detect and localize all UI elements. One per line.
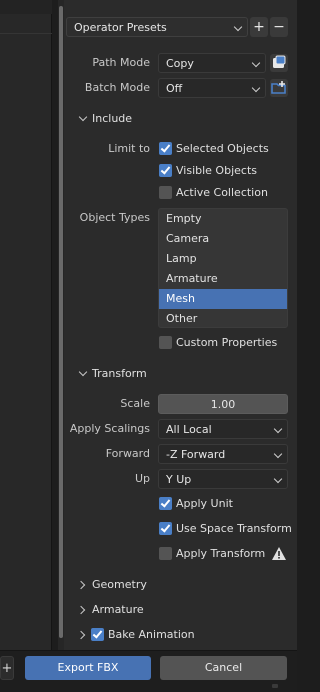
collapsed-arrow-icon [76,580,86,590]
checkbox-unchecked-icon [159,547,172,560]
apply-unit-label: Apply Unit [176,497,233,510]
path-mode-dropdown[interactable]: Copy [158,53,266,73]
expanded-arrow-icon [78,367,88,377]
batch-mode-dropdown[interactable]: Off [158,78,266,98]
object-type-empty[interactable]: Empty [159,209,287,229]
batch-mode-value: Off [166,82,183,95]
scale-slider[interactable]: 1.00 [158,394,288,414]
path-mode-label: Path Mode [92,56,150,69]
batch-mode-label: Batch Mode [84,81,150,94]
bake-animation-checkbox[interactable] [91,628,104,641]
transform-title: Transform [92,367,147,380]
scrollbar-thumb[interactable] [59,6,63,638]
apply-transform-checkbox[interactable]: Apply Transform [159,544,269,564]
custom-properties-checkbox[interactable]: Custom Properties [159,333,289,353]
object-type-lamp[interactable]: Lamp [159,249,287,269]
armature-section-header[interactable]: Armature [76,598,288,622]
expanded-arrow-icon [78,112,88,122]
checkbox-checked-icon [159,522,172,535]
active-collection-label: Active Collection [176,186,268,199]
embed-textures-icon[interactable] [270,54,288,72]
left-panel-divider [0,33,52,34]
chevron-down-icon [273,474,283,484]
dialog-footer: + Export FBX Cancel [0,650,297,692]
limit-to-label: Limit to [108,142,150,155]
chevron-down-icon [233,22,243,32]
chevron-down-icon [273,449,283,459]
forward-dropdown[interactable]: -Z Forward [158,444,288,464]
object-types-list: Empty Camera Lamp Armature Mesh Other [158,208,288,328]
path-mode-value: Copy [166,57,194,70]
left-panel-strip [0,0,52,650]
operator-presets-dropdown[interactable]: Operator Presets [66,17,248,37]
armature-title: Armature [92,603,144,616]
object-type-mesh[interactable]: Mesh [159,289,287,309]
up-label: Up [134,472,150,485]
use-space-transform-label: Use Space Transform [176,522,292,535]
selected-objects-label: Selected Objects [176,142,269,155]
checkbox-unchecked-icon [159,186,172,199]
export-fbx-button[interactable]: Export FBX [25,656,151,680]
object-type-other[interactable]: Other [159,309,287,327]
collapsed-arrow-icon [76,630,86,640]
include-title: Include [92,112,133,125]
scale-value: 1.00 [210,398,236,411]
checkbox-checked-icon [159,164,172,177]
checkbox-checked-icon [159,142,172,155]
batch-own-dir-icon[interactable] [270,79,288,97]
up-value: Y Up [166,473,192,486]
add-preset-button[interactable]: + [250,17,268,37]
add-button[interactable]: + [0,656,14,680]
selected-objects-checkbox[interactable]: Selected Objects [159,139,289,159]
apply-scalings-value: All Local [166,423,212,436]
checkbox-unchecked-icon [159,336,172,349]
collapsed-arrow-icon [76,605,86,615]
geometry-title: Geometry [92,578,147,591]
apply-unit-checkbox[interactable]: Apply Unit [159,494,289,514]
forward-label: Forward [105,447,150,460]
apply-transform-label: Apply Transform [176,547,266,560]
cancel-button[interactable]: Cancel [160,656,287,680]
left-panel-header [0,0,52,14]
custom-properties-label: Custom Properties [176,336,278,349]
include-section-header[interactable]: Include [78,107,288,131]
chevron-down-icon [251,83,261,93]
scale-label: Scale [120,397,150,410]
remove-preset-button[interactable]: − [270,17,288,37]
use-space-transform-checkbox[interactable]: Use Space Transform [159,519,292,539]
up-dropdown[interactable]: Y Up [158,469,288,489]
warning-icon [271,546,287,561]
object-types-label: Object Types [79,211,150,224]
active-collection-checkbox[interactable]: Active Collection [159,183,289,203]
resize-grip[interactable] [272,684,278,688]
checkbox-checked-icon [159,497,172,510]
apply-scalings-label: Apply Scalings [69,422,150,435]
chevron-down-icon [251,58,261,68]
object-type-camera[interactable]: Camera [159,229,287,249]
object-type-armature[interactable]: Armature [159,269,287,289]
visible-objects-label: Visible Objects [176,164,257,177]
chevron-down-icon [273,424,283,434]
bake-animation-section-header[interactable]: Bake Animation [76,623,288,647]
visible-objects-checkbox[interactable]: Visible Objects [159,161,289,181]
bake-animation-title: Bake Animation [108,628,195,641]
geometry-section-header[interactable]: Geometry [76,573,288,597]
forward-value: -Z Forward [166,448,226,461]
transform-section-header[interactable]: Transform [78,362,288,386]
apply-scalings-dropdown[interactable]: All Local [158,419,288,439]
operator-presets-label: Operator Presets [74,21,167,34]
